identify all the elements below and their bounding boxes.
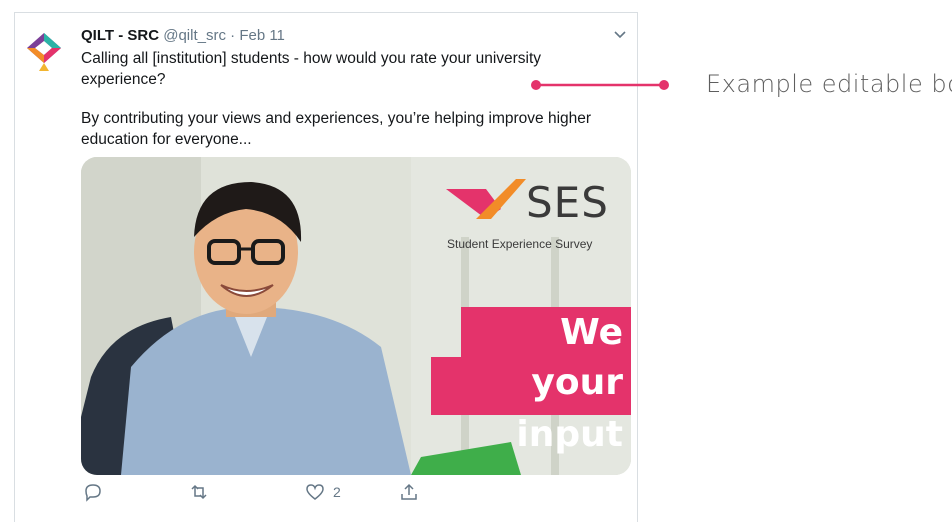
heart-icon [306,484,324,500]
callout-label: Example editable body [706,70,952,98]
share-button[interactable] [399,481,419,503]
like-count: 2 [333,484,341,500]
retweet-button[interactable] [189,481,209,503]
share-icon [401,483,417,500]
like-button[interactable]: 2 [305,481,341,503]
callout-line [531,80,669,90]
ses-logo-subtitle: Student Experience Survey [447,237,593,251]
ses-logo-text: SES [526,178,609,227]
tweet-header: QILT - SRC @qilt_src · Feb 11 [81,27,285,45]
reply-button[interactable] [83,481,103,503]
chevron-down-icon[interactable] [613,27,627,41]
separator: · [230,27,236,44]
retweet-icon [191,484,207,500]
tweet-media-image[interactable]: SES Student Experience Survey We need yo… [81,157,631,475]
author-handle[interactable]: @qilt_src [163,27,226,44]
author-name[interactable]: QILT - SRC [81,27,159,44]
tweet-body-paragraph-2: By contributing your views and experienc… [81,110,592,148]
banner-line-1: We need [461,307,631,405]
banner-line-2: your input [431,357,631,455]
tweet-actions: 2 [81,481,631,511]
qilt-logo-avatar[interactable] [25,31,63,73]
tweet-date[interactable]: Feb 11 [239,27,285,44]
reply-icon [85,484,101,502]
